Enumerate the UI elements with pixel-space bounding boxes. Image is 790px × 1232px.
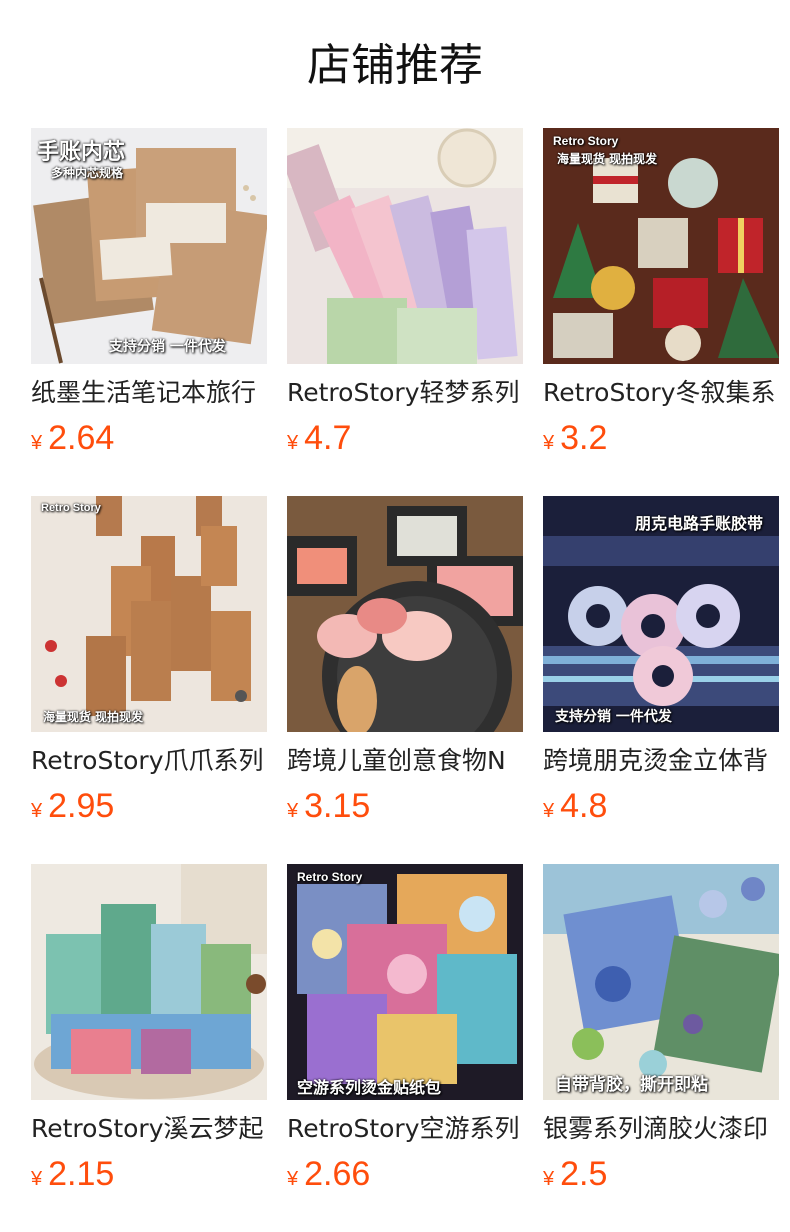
image-caption: 朋克电路手账胶带	[635, 514, 764, 533]
product-image[interactable]: 朋克电路手账胶带 支持分销 一件代发	[543, 496, 779, 732]
product-name[interactable]: 跨境儿童创意食物N	[287, 746, 523, 780]
product-image[interactable]	[31, 864, 267, 1100]
image-caption: 自带背胶，撕开即粘	[555, 1075, 708, 1095]
image-caption: 空游系列烫金贴纸包	[297, 1078, 442, 1097]
image-caption: 多种内芯规格	[51, 166, 124, 180]
product-card[interactable]: 朋克电路手账胶带 支持分销 一件代发 跨境朋克烫金立体背 ¥4.8	[543, 496, 779, 831]
price-value: 2.64	[48, 419, 115, 457]
product-price: ¥3.2	[543, 416, 607, 460]
price-value: 3.2	[560, 419, 608, 457]
product-card[interactable]: 自带背胶，撕开即粘 银雾系列滴胶火漆印 ¥2.5	[543, 864, 779, 1199]
currency-symbol: ¥	[31, 1168, 43, 1190]
product-price: ¥2.64	[31, 416, 114, 460]
price-value: 4.7	[304, 419, 352, 457]
product-image[interactable]: Retro Story 空游系列烫金贴纸包	[287, 864, 523, 1100]
product-name[interactable]: RetroStory冬叙集系	[543, 378, 779, 412]
currency-symbol: ¥	[31, 800, 43, 822]
currency-symbol: ¥	[543, 800, 555, 822]
currency-symbol: ¥	[543, 1168, 555, 1190]
price-value: 3.15	[304, 787, 371, 825]
image-caption: 海量现货 现拍现发	[557, 152, 658, 166]
product-price: ¥2.15	[31, 1152, 114, 1196]
price-value: 4.8	[560, 787, 608, 825]
product-price: ¥3.15	[287, 784, 370, 828]
product-image[interactable]: Retro Story 海量现货 现拍现发	[543, 128, 779, 364]
price-value: 2.5	[560, 1155, 608, 1193]
product-name[interactable]: RetroStory空游系列	[287, 1114, 523, 1148]
currency-symbol: ¥	[543, 432, 555, 454]
product-price: ¥2.5	[543, 1152, 607, 1196]
product-card[interactable]: RetroStory轻梦系列 ¥4.7	[287, 128, 523, 463]
image-caption: Retro Story	[553, 134, 619, 148]
product-name[interactable]: RetroStory溪云梦起	[31, 1114, 267, 1148]
image-caption: Retro Story	[41, 502, 101, 514]
product-name[interactable]: RetroStory轻梦系列	[287, 378, 523, 412]
product-price: ¥4.7	[287, 416, 351, 460]
image-caption: 海量现货 现拍现发	[43, 710, 144, 724]
currency-symbol: ¥	[287, 1168, 299, 1190]
currency-symbol: ¥	[31, 432, 43, 454]
price-value: 2.15	[48, 1155, 115, 1193]
product-image[interactable]: 手账内芯 多种内芯规格 支持分销 一件代发	[31, 128, 267, 364]
price-value: 2.66	[304, 1155, 371, 1193]
product-name[interactable]: 跨境朋克烫金立体背	[543, 746, 779, 780]
page-title: 店铺推荐	[307, 40, 483, 91]
product-name[interactable]: 纸墨生活笔记本旅行	[31, 378, 267, 412]
product-card[interactable]: Retro Story 海量现货 现拍现发 RetroStory冬叙集系 ¥3.…	[543, 128, 779, 463]
image-caption: Retro Story	[297, 870, 363, 884]
price-value: 2.95	[48, 787, 115, 825]
product-card[interactable]: RetroStory溪云梦起 ¥2.15	[31, 864, 267, 1199]
product-name[interactable]: RetroStory爪爪系列	[31, 746, 267, 780]
product-name[interactable]: 银雾系列滴胶火漆印	[543, 1114, 779, 1148]
product-card[interactable]: Retro Story 海量现货 现拍现发 RetroStory爪爪系列 ¥2.…	[31, 496, 267, 831]
product-card[interactable]: 手账内芯 多种内芯规格 支持分销 一件代发 纸墨生活笔记本旅行 ¥2.64	[31, 128, 267, 463]
product-image[interactable]: Retro Story 海量现货 现拍现发	[31, 496, 267, 732]
image-caption: 支持分销 一件代发	[109, 339, 226, 355]
product-price: ¥4.8	[543, 784, 607, 828]
image-caption: 手账内芯	[37, 139, 126, 165]
product-image[interactable]: 自带背胶，撕开即粘	[543, 864, 779, 1100]
product-image[interactable]	[287, 496, 523, 732]
currency-symbol: ¥	[287, 432, 299, 454]
product-card[interactable]: 跨境儿童创意食物N ¥3.15	[287, 496, 523, 831]
currency-symbol: ¥	[287, 800, 299, 822]
product-image[interactable]	[287, 128, 523, 364]
product-price: ¥2.66	[287, 1152, 370, 1196]
image-caption: 支持分销 一件代发	[555, 709, 672, 725]
product-price: ¥2.95	[31, 784, 114, 828]
product-card[interactable]: Retro Story 空游系列烫金贴纸包 RetroStory空游系列 ¥2.…	[287, 864, 523, 1199]
